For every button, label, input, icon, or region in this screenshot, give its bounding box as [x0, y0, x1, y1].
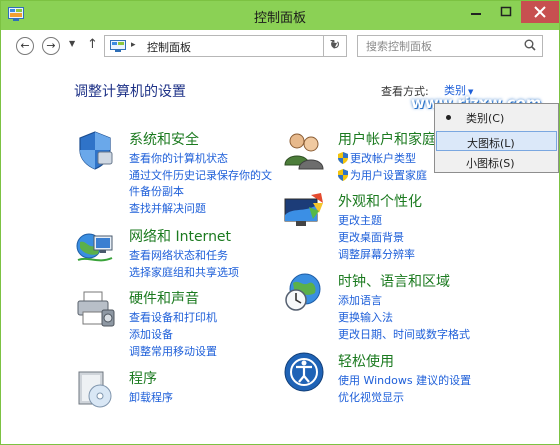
link-optimize-visual[interactable]: 优化视觉显示 — [338, 389, 404, 405]
link-change-input-method[interactable]: 更换输入法 — [338, 309, 393, 325]
users-icon[interactable] — [283, 129, 325, 171]
shield-icon[interactable] — [74, 129, 116, 171]
menu-item-small-icons-label: 小图标(S) — [466, 157, 515, 170]
minimize-button[interactable] — [461, 1, 491, 23]
control-panel-window: 控制面板 ← → ▼ ↑ ▸ 控制面板 ▼ ↻ 搜索控制面板 调整计算机的设置 … — [0, 0, 560, 445]
uac-shield-icon — [338, 152, 348, 164]
menu-item-small-icons[interactable]: 小图标(S) — [436, 152, 557, 172]
category-title-system-security[interactable]: 系统和安全 — [129, 129, 199, 149]
address-bar[interactable]: ▸ 控制面板 ▼ — [104, 35, 347, 57]
link-mobility-settings[interactable]: 调整常用移动设置 — [129, 343, 217, 359]
refresh-icon[interactable]: ↻ — [323, 35, 347, 57]
category-title-programs[interactable]: 程序 — [129, 368, 157, 388]
menu-item-large-icons-label: 大图标(L) — [467, 137, 515, 150]
selected-bullet-icon — [446, 115, 451, 120]
up-arrow-icon[interactable]: ↑ — [87, 37, 98, 52]
link-view-computer-status[interactable]: 查看你的计算机状态 — [129, 150, 228, 166]
link-change-account-type[interactable]: 更改帐户类型 — [338, 150, 416, 166]
breadcrumb-separator-icon[interactable]: ▸ — [131, 40, 136, 50]
search-input[interactable] — [357, 35, 543, 57]
control-panel-icon — [110, 40, 126, 52]
uac-shield-icon — [338, 169, 348, 181]
link-windows-recommended[interactable]: 使用 Windows 建议的设置 — [338, 372, 471, 388]
menu-item-large-icons[interactable]: 大图标(L) — [436, 131, 557, 151]
menu-item-category[interactable]: 类别(C) — [436, 107, 557, 127]
link-troubleshoot[interactable]: 查找并解决问题 — [129, 200, 206, 216]
link-file-history[interactable]: 通过文件历史记录保存你的文 — [129, 167, 272, 183]
link-family-safety[interactable]: 为用户设置家庭 — [338, 167, 427, 183]
breadcrumb-control-panel[interactable]: 控制面板 — [147, 39, 191, 55]
view-by-menu: 类别(C) 大图标(L) 小图标(S) — [434, 103, 559, 173]
category-title-hardware-sound[interactable]: 硬件和声音 — [129, 288, 199, 308]
link-uninstall-program[interactable]: 卸载程序 — [129, 389, 173, 405]
clock-globe-icon[interactable] — [283, 271, 325, 313]
link-change-background[interactable]: 更改桌面背景 — [338, 229, 404, 245]
link-date-time-format[interactable]: 更改日期、时间或数字格式 — [338, 326, 470, 342]
network-globe-icon[interactable] — [74, 226, 116, 268]
link-add-language[interactable]: 添加语言 — [338, 292, 382, 308]
maximize-button[interactable] — [491, 1, 521, 23]
link-change-theme[interactable]: 更改主题 — [338, 212, 382, 228]
link-family-safety-label: 为用户设置家庭 — [350, 169, 427, 182]
page-title: 调整计算机的设置 — [74, 84, 186, 100]
category-title-user-accounts[interactable]: 用户帐户和家庭 — [338, 129, 436, 149]
appearance-monitor-icon[interactable] — [283, 191, 325, 233]
close-button[interactable] — [521, 1, 559, 23]
link-network-status[interactable]: 查看网络状态和任务 — [129, 247, 228, 263]
link-change-account-type-label: 更改帐户类型 — [350, 152, 416, 165]
menu-item-category-label: 类别(C) — [466, 112, 505, 125]
back-arrow-icon[interactable]: ← — [16, 37, 34, 55]
search-icon[interactable] — [524, 39, 536, 51]
link-add-device[interactable]: 添加设备 — [129, 326, 173, 342]
category-title-appearance[interactable]: 外观和个性化 — [338, 191, 422, 211]
link-file-history-cont[interactable]: 件备份副本 — [129, 183, 184, 199]
programs-disc-icon[interactable] — [74, 368, 116, 410]
link-screen-resolution[interactable]: 调整屏幕分辨率 — [338, 246, 415, 262]
category-title-ease-of-access[interactable]: 轻松使用 — [338, 351, 394, 371]
printer-icon[interactable] — [74, 288, 116, 330]
link-homegroup-sharing[interactable]: 选择家庭组和共享选项 — [129, 264, 239, 280]
navigation-bar: ← → ▼ ↑ ▸ 控制面板 ▼ ↻ — [1, 30, 559, 62]
category-title-clock-language-region[interactable]: 时钟、语言和区域 — [338, 271, 450, 291]
ease-of-access-icon[interactable] — [283, 351, 325, 393]
forward-arrow-icon[interactable]: → — [42, 37, 60, 55]
link-devices-printers[interactable]: 查看设备和打印机 — [129, 309, 217, 325]
category-title-network-internet[interactable]: 网络和 Internet — [129, 226, 231, 246]
recent-locations-chevron-icon[interactable]: ▼ — [69, 39, 75, 48]
title-bar[interactable]: 控制面板 — [1, 1, 559, 30]
